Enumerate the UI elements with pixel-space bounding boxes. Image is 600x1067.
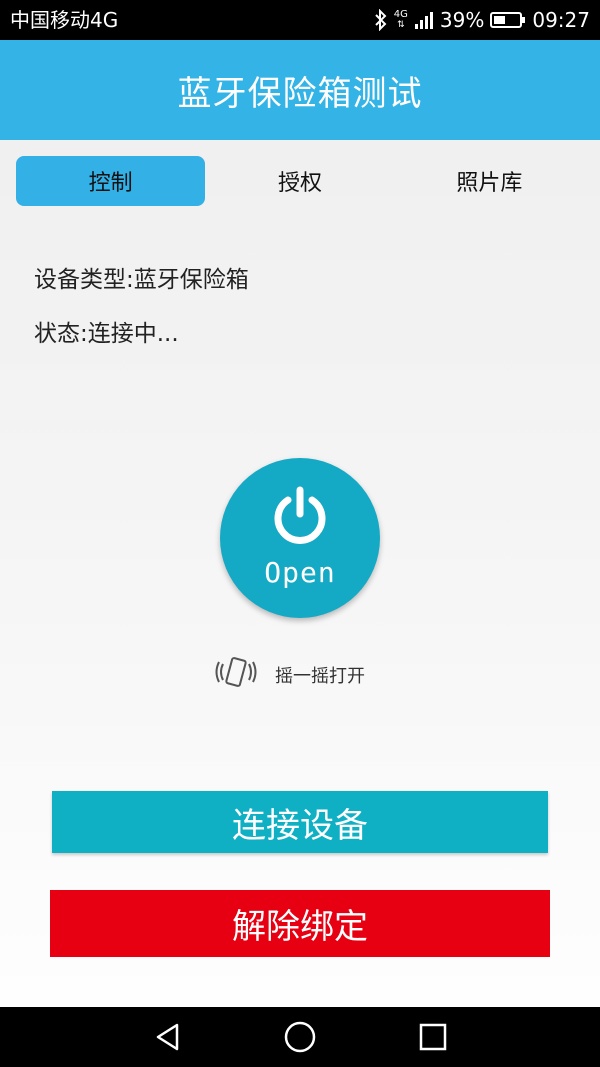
network-type-label: 4G <box>393 9 408 20</box>
power-icon <box>268 484 332 552</box>
connection-status-text: 状态:连接中... <box>34 321 179 347</box>
bluetooth-icon <box>374 9 388 31</box>
status-bar: 中国移动4G 4G ⇅ 39% 09:27 <box>0 0 600 40</box>
open-button[interactable]: Open <box>220 458 380 618</box>
shake-to-open[interactable]: 摇一摇打开 <box>215 655 365 695</box>
app-header: 蓝牙保险箱测试 <box>0 40 600 140</box>
tab-photo-library[interactable]: 照片库 <box>395 156 584 206</box>
unbind-button[interactable]: 解除绑定 <box>50 890 550 957</box>
status-icons: 4G ⇅ 39% 09:27 <box>374 6 590 34</box>
shake-label: 摇一摇打开 <box>275 666 365 687</box>
battery-icon <box>490 11 526 29</box>
phone-shake-icon <box>215 654 257 696</box>
system-nav-bar <box>0 1007 600 1067</box>
tab-bar: 控制 授权 照片库 <box>16 156 584 206</box>
open-button-label: Open <box>264 556 336 589</box>
main-content: 控制 授权 照片库 设备类型:蓝牙保险箱 状态:连接中... Open 摇一摇打… <box>0 140 600 1007</box>
home-circle-icon[interactable] <box>280 1019 320 1055</box>
clock: 09:27 <box>532 8 590 32</box>
connect-device-button[interactable]: 连接设备 <box>52 791 548 853</box>
carrier-label: 中国移动4G <box>10 8 119 32</box>
back-triangle-icon[interactable] <box>148 1019 188 1055</box>
device-type-text: 设备类型:蓝牙保险箱 <box>34 267 249 293</box>
tab-authorize[interactable]: 授权 <box>205 156 394 206</box>
tab-control[interactable]: 控制 <box>16 156 206 206</box>
battery-percent: 39% <box>439 8 485 32</box>
recent-square-icon[interactable] <box>413 1019 453 1055</box>
network-type-tag: 4G ⇅ <box>393 9 408 31</box>
signal-icon <box>414 10 434 30</box>
page-title: 蓝牙保险箱测试 <box>177 73 423 114</box>
